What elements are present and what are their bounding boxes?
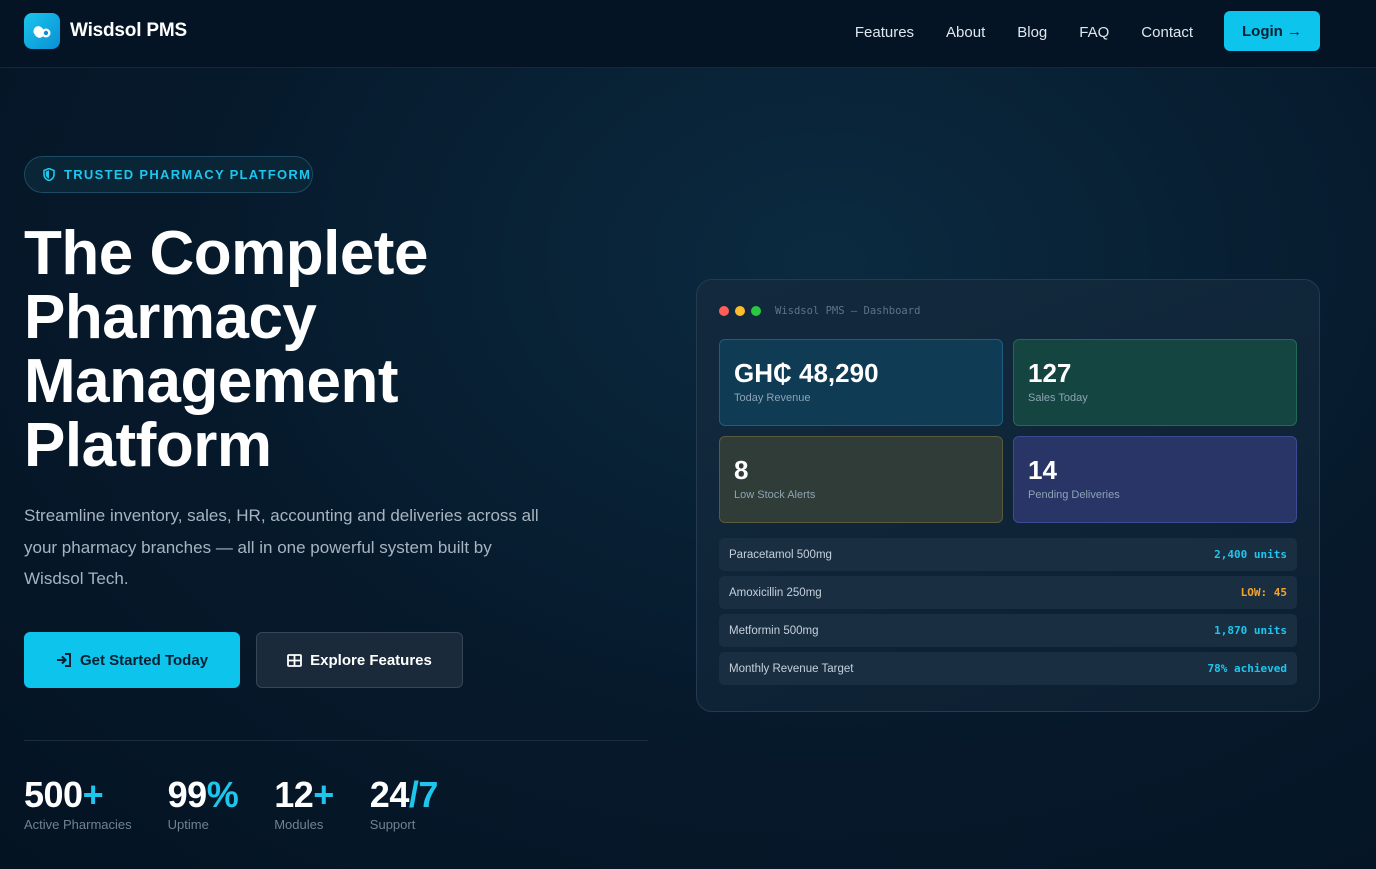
brand[interactable]: Wisdsol PMS [24,13,187,49]
shield-icon [43,168,55,181]
nav-links: Features About Blog FAQ Contact [823,0,1193,64]
row-name: Paracetamol 500mg [729,548,832,561]
grid-icon [287,653,303,667]
close-dot-icon [719,306,729,316]
stats-row: 500+ Active Pharmacies 99% Uptime 12+ Mo… [24,774,474,832]
stat-accent: % [206,774,239,815]
tile-label: Low Stock Alerts [734,489,816,501]
stat-label: Uptime [167,817,209,832]
list-item: Paracetamol 500mg 2,400 units [719,538,1297,571]
tile-label: Today Revenue [734,392,811,404]
tile-value: 14 [1028,455,1057,485]
row-name: Amoxicillin 250mg [729,586,822,599]
stat-label: Active Pharmacies [24,817,132,832]
hero-description: Streamline inventory, sales, HR, account… [24,506,539,588]
row-value: 1,870 units [1214,624,1287,637]
badge-label: TRUSTED PHARMACY PLATFORM [64,167,312,182]
sales-tile: 127 Sales Today [1013,339,1297,426]
revenue-tile: GH₵ 48,290 Today Revenue [719,339,1003,426]
hero-title-line: Management [24,347,398,416]
stat-pharmacies: 500+ Active Pharmacies [24,774,132,832]
row-value: LOW: 45 [1240,586,1287,599]
stat-accent: /7 [408,774,439,815]
tile-value: 8 [734,455,749,485]
window-controls [719,306,767,316]
row-value: 78% achieved [1207,662,1287,675]
low-stock-tile: 8 Low Stock Alerts [719,436,1003,523]
nav-link-blog[interactable]: Blog [1017,24,1047,41]
login-button[interactable]: Login → [1224,11,1320,51]
nav-link-contact[interactable]: Contact [1141,24,1193,41]
dashboard-title: Wisdsol PMS — Dashboard [775,305,921,317]
top-navbar: Wisdsol PMS Features About Blog FAQ Cont… [0,0,1376,68]
stat-accent: + [82,774,104,815]
hero-title-line: Pharmacy [24,283,317,352]
explore-features-label: Explore Features [310,651,432,669]
get-started-label: Get Started Today [79,651,209,669]
nav-link-features[interactable]: Features [855,24,914,41]
pill-logo-icon [24,13,60,49]
explore-features-button[interactable]: Explore Features [256,632,463,688]
nav-link-about[interactable]: About [946,24,985,41]
stat-accent: + [313,774,334,815]
stat-uptime: 99% Uptime [168,774,239,832]
tile-label: Sales Today [1028,392,1088,404]
minimize-dot-icon [735,306,745,316]
stat-label: Modules [274,817,324,832]
sign-in-icon [56,653,72,667]
nav-link-faq[interactable]: FAQ [1079,24,1109,41]
trusted-badge: TRUSTED PHARMACY PLATFORM [24,156,313,193]
stat-value: 99 [167,774,208,815]
stat-value: 12 [274,774,314,815]
stat-modules: 12+ Modules [274,774,334,832]
list-item: Amoxicillin 250mg LOW: 45 [719,576,1297,609]
row-name: Monthly Revenue Target [729,662,854,675]
brand-name: Wisdsol PMS [70,20,187,41]
dashboard-preview: Wisdsol PMS — Dashboard GH₵ 48,290 Today… [696,279,1320,712]
stat-support: 24/7 Support [369,774,439,832]
deliveries-tile: 14 Pending Deliveries [1013,436,1297,523]
maximize-dot-icon [751,306,761,316]
get-started-button[interactable]: Get Started Today [24,632,240,688]
list-item: Metformin 500mg 1,870 units [719,614,1297,647]
stat-label: Support [369,817,416,832]
hero-title: The Complete Pharmacy Management Platfor… [24,222,544,478]
stat-value: 500 [24,774,83,815]
tile-value: GH₵ 48,290 [734,358,879,388]
stat-value: 24 [369,774,410,815]
tile-label: Pending Deliveries [1028,489,1120,501]
tile-value: 127 [1028,358,1072,388]
hero-title-line: The Complete [24,219,428,288]
list-item: Monthly Revenue Target 78% achieved [719,652,1297,685]
row-name: Metformin 500mg [729,624,819,637]
hero-title-line: Platform [24,411,272,480]
stats-divider [24,740,648,741]
row-value: 2,400 units [1214,548,1287,561]
